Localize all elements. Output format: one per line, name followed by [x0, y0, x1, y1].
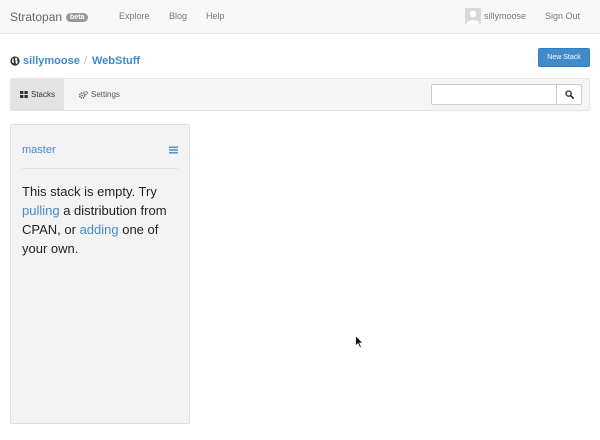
- brand-link[interactable]: Stratopan beta: [10, 10, 89, 24]
- gears-icon: [79, 90, 88, 99]
- navbar: Stratopan beta Explore Blog Help sillymoo…: [0, 0, 600, 34]
- nav-explore-link[interactable]: Explore: [119, 11, 150, 21]
- menu-icon[interactable]: [169, 146, 178, 154]
- user-name-link[interactable]: sillymoose: [484, 11, 526, 21]
- breadcrumb-separator: /: [84, 55, 88, 67]
- panel-divider: [22, 168, 178, 169]
- tab-settings-label: Settings: [91, 90, 120, 99]
- tab-stacks-label: Stacks: [31, 90, 56, 99]
- user-avatar-icon[interactable]: [465, 8, 481, 24]
- stack-branch-link[interactable]: master: [22, 144, 56, 156]
- beta-badge: beta: [66, 13, 89, 22]
- stack-panel: master This stack is empty. Try pulling …: [10, 124, 190, 424]
- new-stack-button[interactable]: New Stack: [538, 48, 590, 67]
- pulling-link[interactable]: pulling: [22, 203, 60, 218]
- search-icon: [564, 90, 574, 99]
- brand-name: Stratopan: [10, 10, 63, 24]
- search-button[interactable]: [556, 84, 582, 105]
- breadcrumb-owner-link[interactable]: sillymoose: [23, 55, 80, 67]
- empty-stack-message: This stack is empty. Try pulling a distr…: [22, 182, 182, 258]
- sign-out-link[interactable]: Sign Out: [545, 11, 580, 21]
- cursor-icon: [355, 335, 364, 349]
- globe-icon: [10, 56, 20, 66]
- search-input[interactable]: [431, 84, 556, 105]
- empty-text-1: This stack is empty. Try: [22, 184, 157, 199]
- grid-icon: [20, 91, 28, 98]
- nav-blog-link[interactable]: Blog: [169, 11, 187, 21]
- breadcrumb-repo-link[interactable]: WebStuff: [92, 55, 140, 67]
- tab-settings[interactable]: Settings: [70, 79, 129, 110]
- toolbar: Stacks Settings: [10, 78, 590, 111]
- nav-help-link[interactable]: Help: [206, 11, 225, 21]
- tab-stacks[interactable]: Stacks: [11, 79, 65, 110]
- adding-link[interactable]: adding: [80, 222, 119, 237]
